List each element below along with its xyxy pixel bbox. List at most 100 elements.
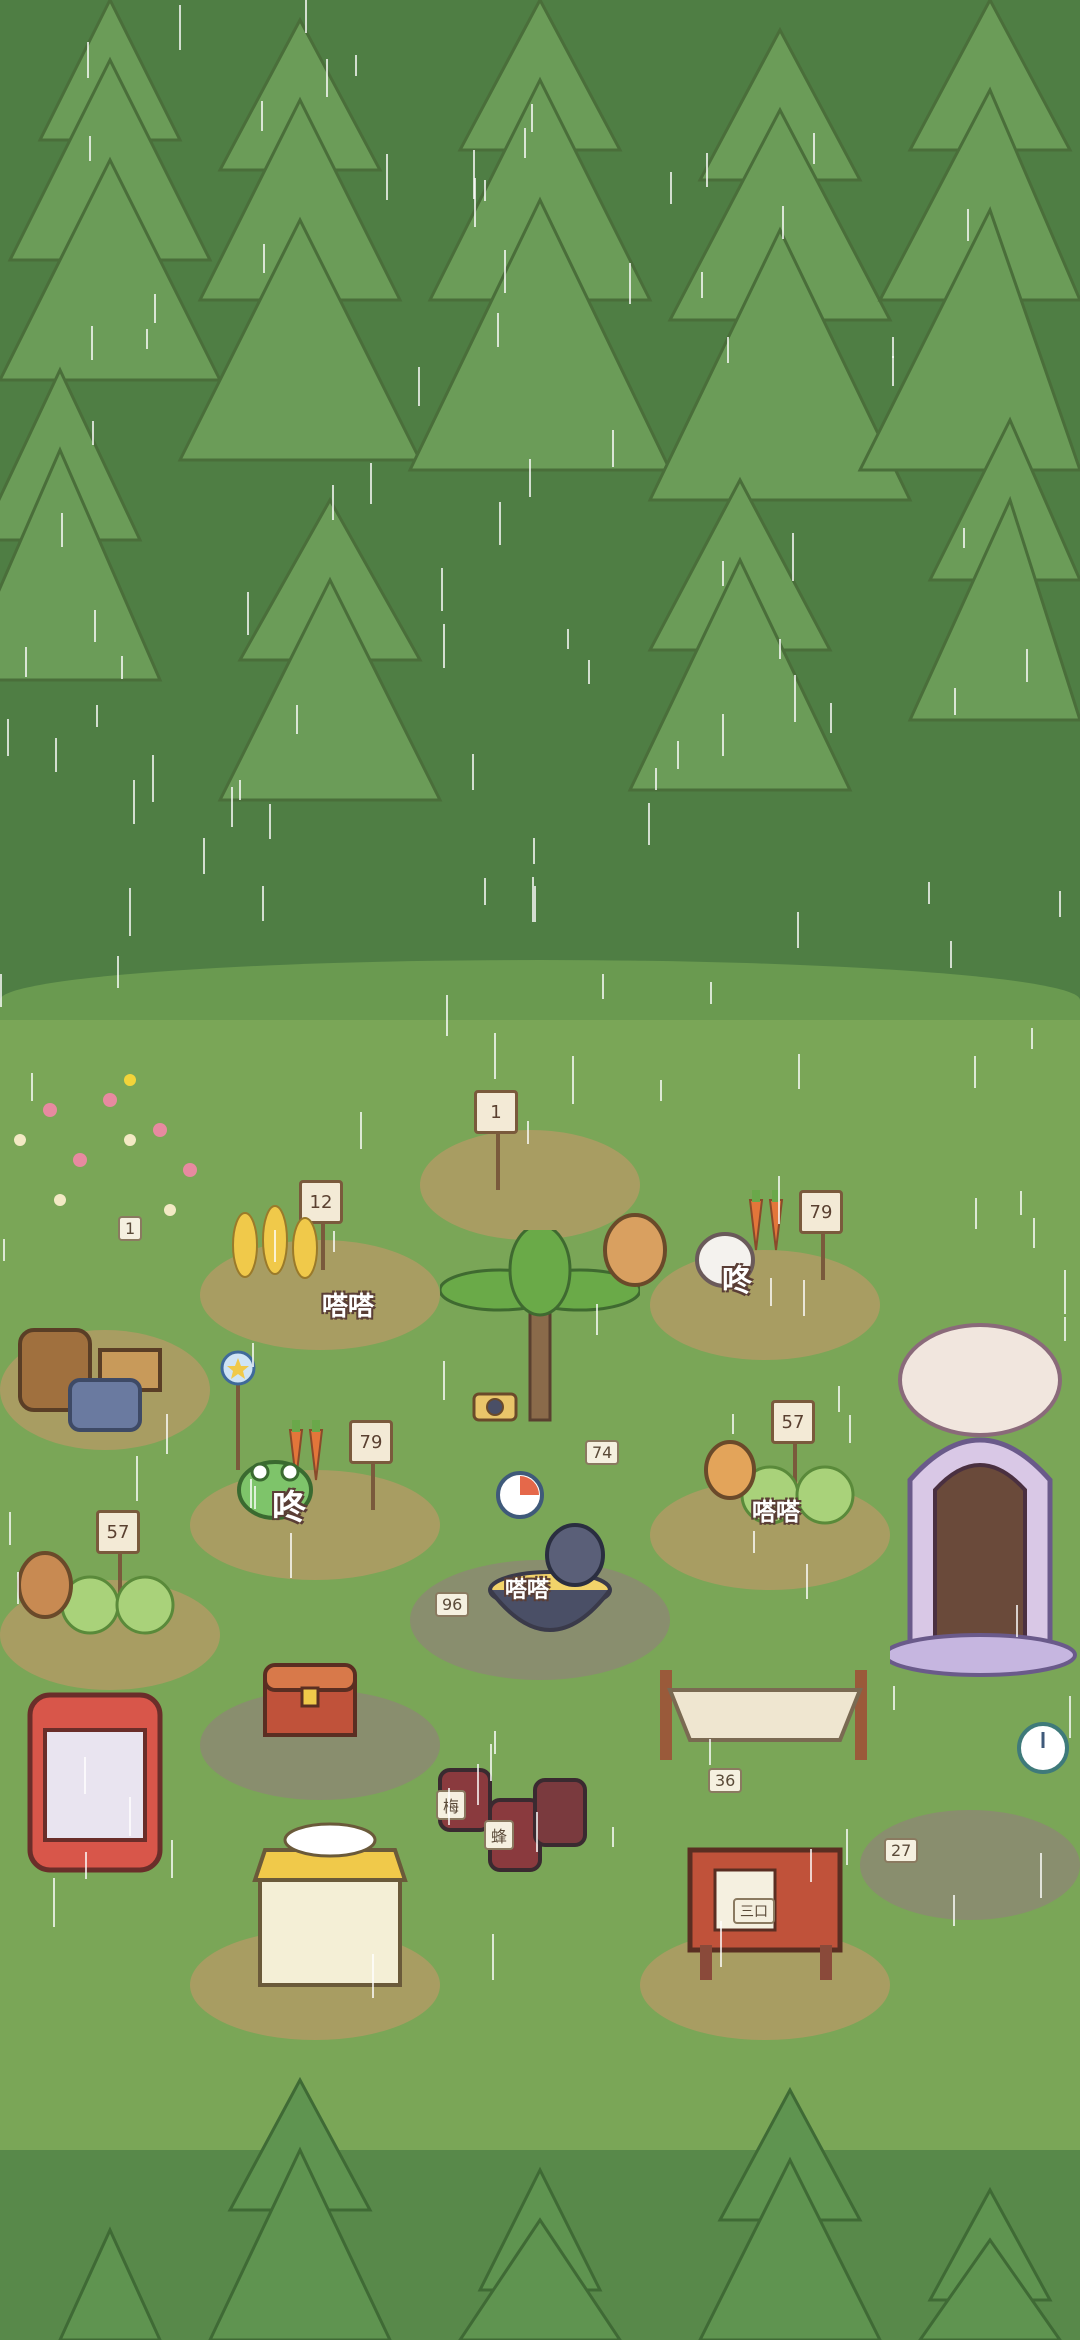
- raindrop: [677, 741, 679, 769]
- raindrop: [1020, 1191, 1022, 1215]
- raindrop: [7, 719, 9, 756]
- raindrop: [710, 982, 712, 1004]
- raindrop: [1040, 1853, 1042, 1898]
- raindrop: [892, 337, 894, 358]
- raindrop: [274, 1230, 276, 1262]
- raindrop: [31, 1073, 33, 1101]
- raindrop: [484, 878, 486, 905]
- raindrop: [612, 1827, 614, 1847]
- raindrop: [332, 485, 334, 520]
- rain-overlay: [0, 0, 1080, 2340]
- raindrop: [61, 513, 63, 547]
- raindrop: [892, 356, 894, 386]
- raindrop: [524, 128, 526, 158]
- raindrop: [770, 1278, 772, 1306]
- raindrop: [497, 313, 499, 347]
- raindrop: [441, 568, 443, 611]
- raindrop: [534, 886, 536, 922]
- raindrop: [84, 1757, 86, 1794]
- raindrop: [53, 1878, 55, 1927]
- raindrop: [1026, 649, 1028, 682]
- raindrop: [262, 886, 264, 921]
- raindrop: [975, 1198, 977, 1229]
- raindrop: [418, 367, 420, 406]
- raindrop: [121, 656, 123, 679]
- raindrop: [798, 1054, 800, 1089]
- raindrop: [648, 803, 650, 845]
- raindrop: [290, 1533, 292, 1578]
- raindrop: [701, 272, 703, 298]
- raindrop: [129, 888, 131, 936]
- raindrop: [753, 1531, 755, 1553]
- raindrop: [17, 1572, 19, 1604]
- raindrop: [360, 1112, 362, 1149]
- raindrop: [849, 1415, 851, 1443]
- raindrop: [492, 1934, 494, 1980]
- raindrop: [1069, 1696, 1071, 1738]
- raindrop: [117, 956, 119, 988]
- raindrop: [146, 329, 148, 349]
- raindrop: [803, 1280, 805, 1316]
- raindrop: [792, 533, 794, 581]
- raindrop: [1033, 1218, 1035, 1248]
- raindrop: [3, 1239, 5, 1261]
- raindrop: [950, 941, 952, 968]
- raindrop: [722, 561, 724, 586]
- raindrop: [231, 787, 233, 827]
- raindrop: [171, 1840, 173, 1878]
- raindrop: [133, 780, 135, 824]
- raindrop: [727, 337, 729, 363]
- raindrop: [179, 5, 181, 50]
- raindrop: [494, 1033, 496, 1079]
- raindrop: [1064, 1270, 1066, 1314]
- raindrop: [494, 1731, 496, 1754]
- raindrop: [261, 101, 263, 131]
- raindrop: [529, 459, 531, 497]
- raindrop: [446, 995, 448, 1036]
- raindrop: [953, 1895, 955, 1926]
- raindrop: [954, 688, 956, 715]
- raindrop: [706, 153, 708, 187]
- raindrop: [596, 1304, 598, 1335]
- raindrop: [96, 705, 98, 727]
- raindrop: [963, 528, 965, 548]
- raindrop: [709, 1739, 711, 1765]
- raindrop: [370, 463, 372, 504]
- raindrop: [602, 974, 604, 999]
- raindrop: [797, 912, 799, 948]
- raindrop: [443, 1361, 445, 1400]
- raindrop: [25, 647, 27, 677]
- raindrop: [154, 294, 156, 323]
- raindrop: [473, 150, 475, 199]
- raindrop: [484, 180, 486, 201]
- raindrop: [85, 1852, 87, 1879]
- raindrop: [1064, 1317, 1066, 1341]
- raindrop: [588, 660, 590, 684]
- raindrop: [1031, 1028, 1033, 1049]
- raindrop: [655, 768, 657, 790]
- raindrop: [355, 55, 357, 76]
- raindrop: [531, 104, 533, 132]
- raindrop: [129, 1797, 131, 1836]
- raindrop: [448, 1788, 450, 1825]
- raindrop: [472, 754, 474, 790]
- raindrop: [806, 1564, 808, 1599]
- raindrop: [572, 1056, 574, 1104]
- raindrop: [0, 974, 2, 1007]
- raindrop: [136, 1456, 138, 1501]
- raindrop: [152, 755, 154, 802]
- raindrop: [722, 714, 724, 756]
- raindrop: [846, 1829, 848, 1865]
- raindrop: [254, 1486, 256, 1509]
- raindrop: [499, 502, 501, 545]
- raindrop: [928, 882, 930, 904]
- raindrop: [203, 838, 205, 874]
- raindrop: [533, 838, 535, 864]
- raindrop: [893, 1686, 895, 1710]
- raindrop: [536, 1812, 538, 1852]
- raindrop: [660, 1080, 662, 1101]
- raindrop: [974, 1056, 976, 1088]
- raindrop: [263, 244, 265, 273]
- raindrop: [490, 1744, 492, 1781]
- raindrop: [732, 1414, 734, 1434]
